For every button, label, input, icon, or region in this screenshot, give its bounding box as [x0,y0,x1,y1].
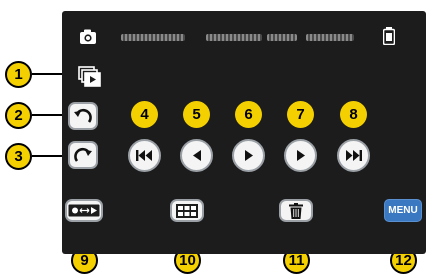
next-frame-button[interactable] [284,139,317,172]
thumbnail-grid-icon [176,203,198,218]
callout-1-leader [32,73,64,75]
callout-1: 1 [5,61,32,88]
play-button[interactable] [232,139,265,172]
skip-next-button[interactable] [337,139,370,172]
callout-7: 7 [287,101,314,128]
trash-icon [289,202,303,219]
blurred-date-text [206,34,262,41]
playback-mode-icon[interactable] [78,66,102,88]
rotate-right-icon [74,147,92,162]
callout-5: 5 [183,101,210,128]
blurred-time-text [306,34,354,41]
skip-previous-icon [136,150,152,161]
callout-8: 8 [340,101,367,128]
play-forward-icon [296,150,305,161]
previous-frame-button[interactable] [180,139,213,172]
play-icon [244,150,253,161]
skip-next-icon [346,150,362,161]
camera-playback-switch-icon [68,204,100,217]
camera-icon [80,29,96,44]
callout-4: 4 [131,101,158,128]
rotate-right-button[interactable] [68,141,98,169]
menu-button[interactable]: MENU [384,199,422,222]
callout-6: 6 [235,101,262,128]
device-screen: 4 5 6 7 8 MENU [62,11,426,254]
mode-switch-button[interactable] [65,199,103,222]
callout-3: 3 [5,143,32,170]
delete-button[interactable] [279,199,313,222]
callout-3-leader [32,155,64,157]
rotate-left-icon [74,108,92,123]
battery-icon [383,27,395,45]
play-back-icon [192,150,201,161]
blurred-date-text [267,34,297,41]
callout-2: 2 [5,102,32,129]
rotate-left-button[interactable] [68,102,98,130]
index-screen-button[interactable] [170,199,204,222]
blurred-status-text [121,34,185,41]
callout-2-leader [32,114,64,116]
skip-previous-button[interactable] [128,139,161,172]
